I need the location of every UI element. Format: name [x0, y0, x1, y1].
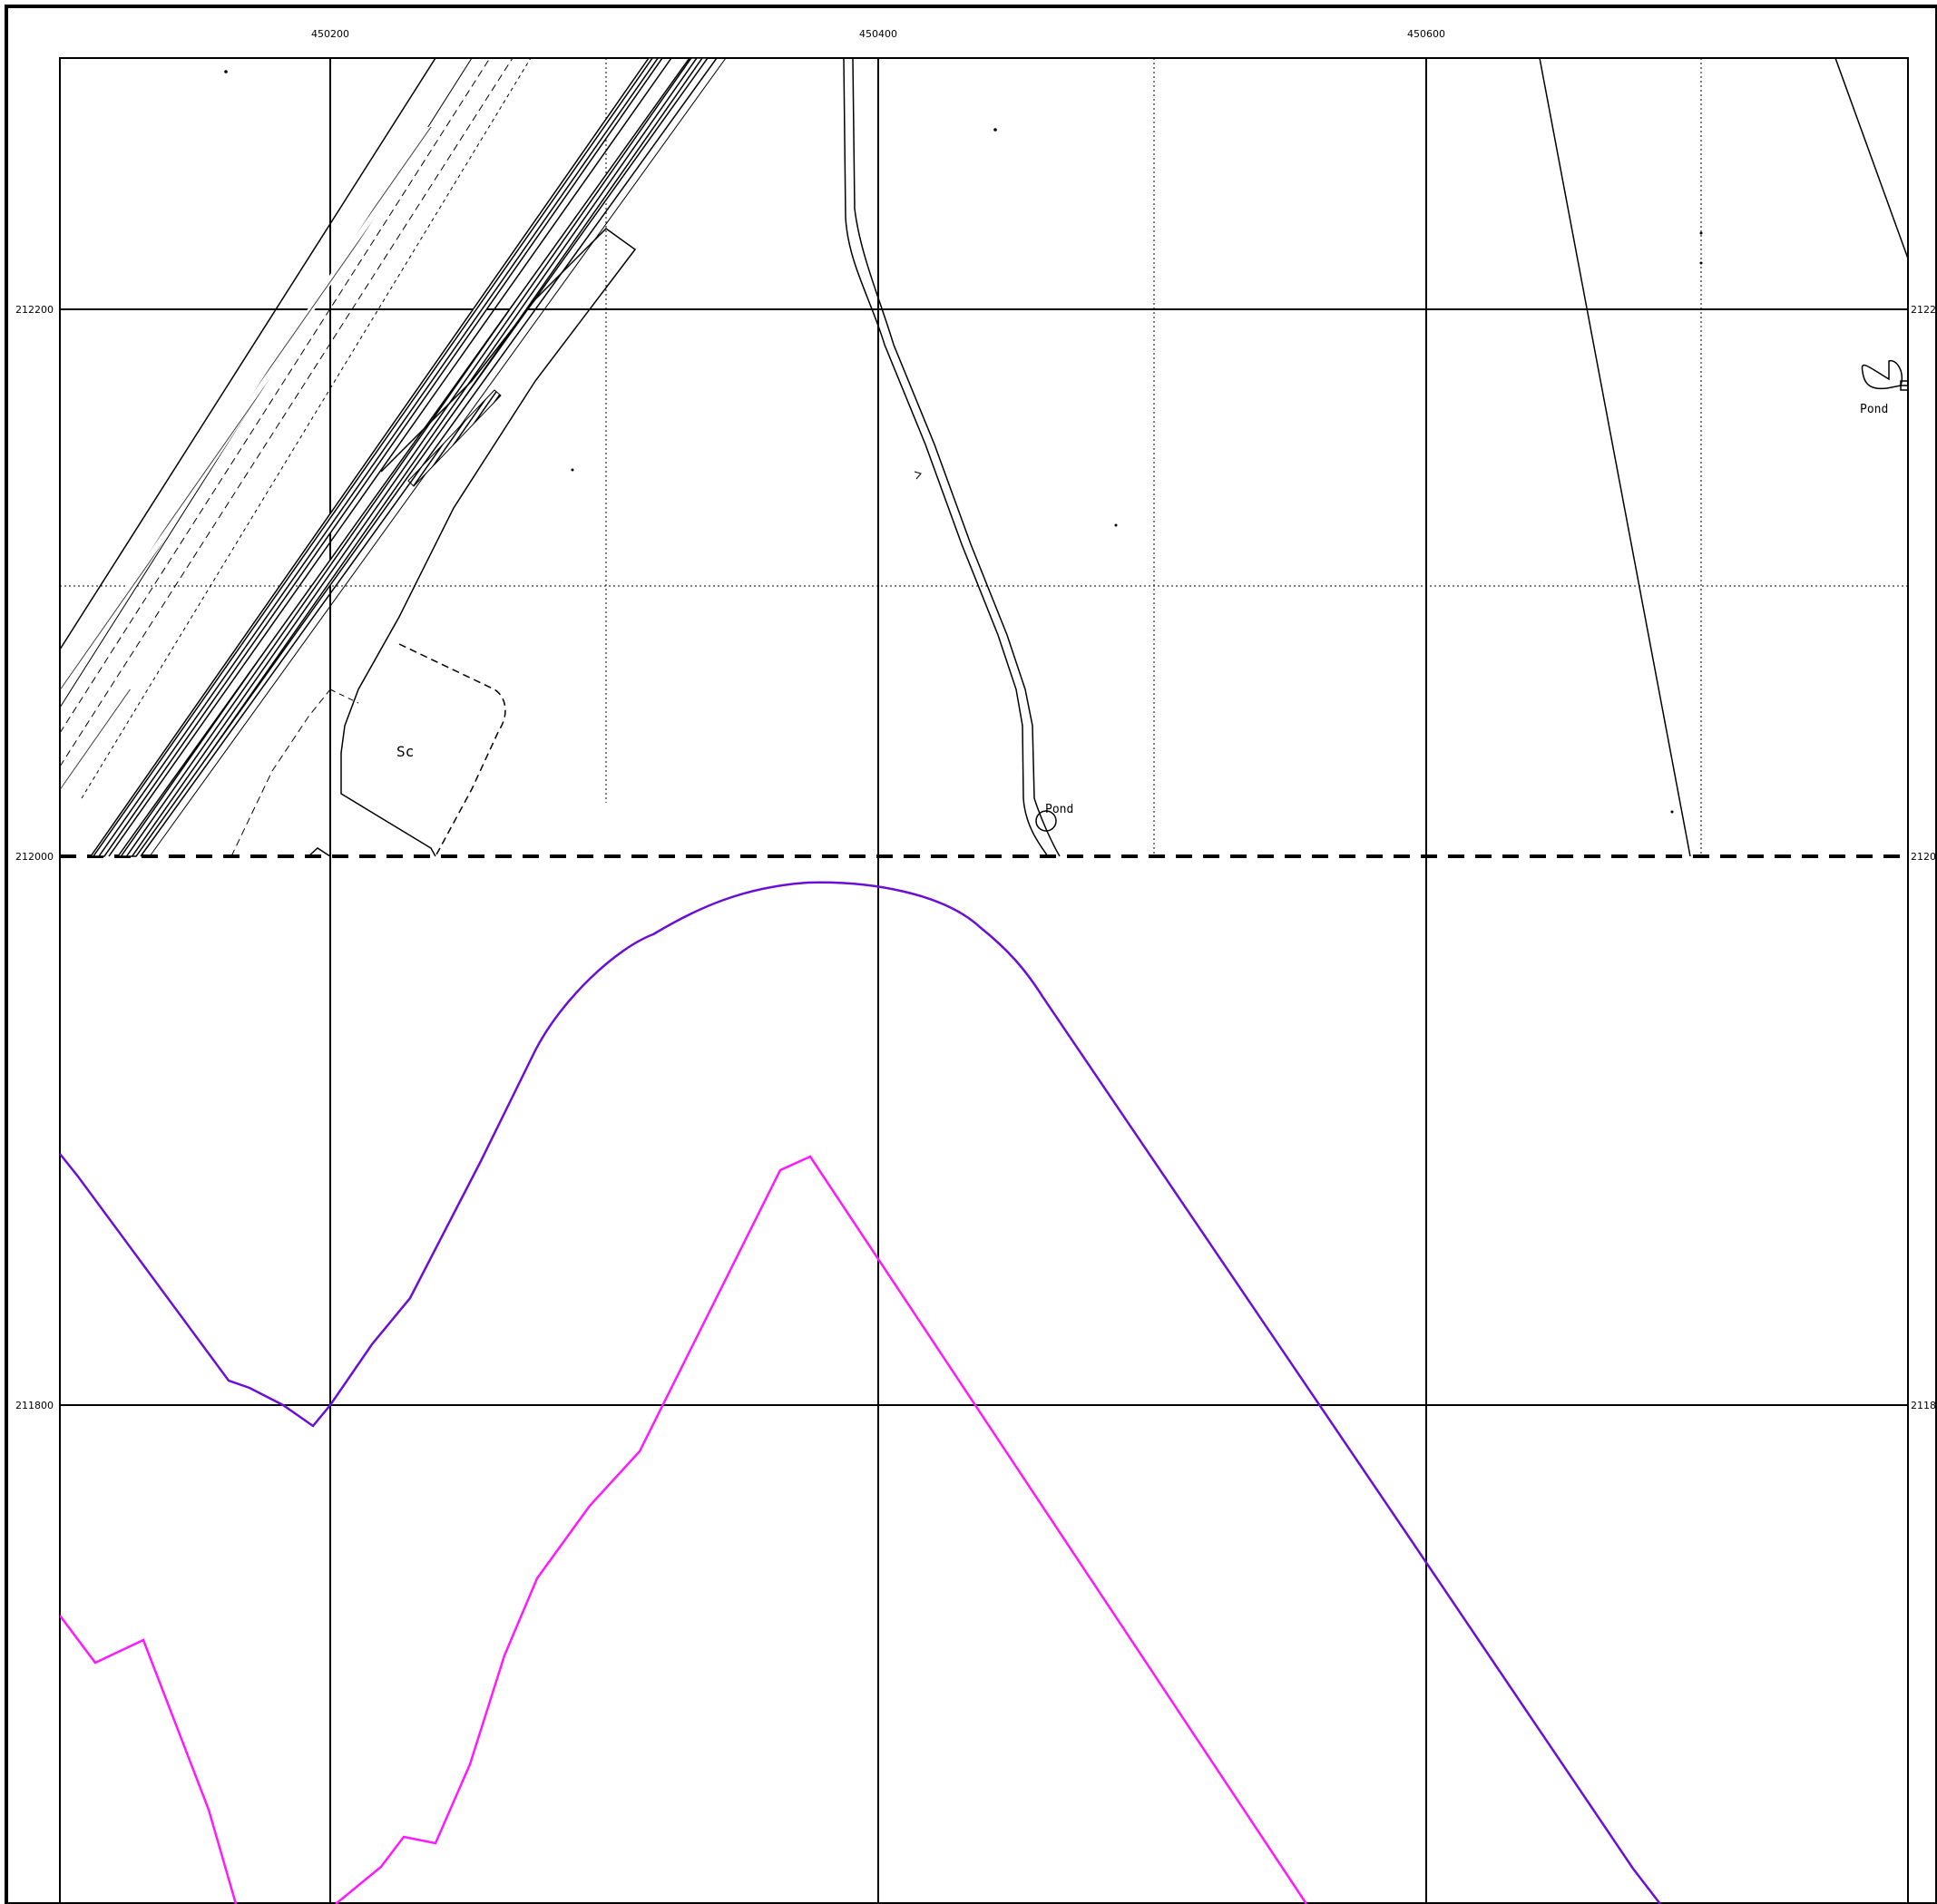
track-centre: [843, 58, 1061, 857]
easting-label-450400: 450400: [859, 28, 897, 40]
northing-label-211800: 211800: [15, 1400, 54, 1411]
magenta-contour-line: [60, 1155, 1308, 1904]
northing-label-212000: 212000: [15, 851, 54, 863]
outer-frame: [5, 5, 1937, 1904]
northing-label-212200: 212200: [15, 304, 54, 316]
map-canvas: 450200 450400 450600 212200 212000 21180…: [5, 5, 1937, 1904]
sc-label: Sc: [396, 743, 414, 760]
pond-label-right: Pond: [1860, 403, 1888, 416]
field-boundaries-right: [1539, 58, 1908, 857]
easting-label-450600: 450600: [1407, 28, 1445, 40]
grid-lines: [60, 58, 1908, 1904]
northing-label-right-2120: 2120: [1911, 851, 1936, 863]
easting-label-450200: 450200: [311, 28, 349, 40]
pond-label-centre: Pond: [1045, 803, 1073, 816]
map-border: [59, 57, 1909, 1904]
purple-contour-line: [60, 881, 1661, 1904]
railway-corridor: [60, 58, 727, 857]
northing-label-right-2122: 2122: [1911, 304, 1936, 316]
northing-label-right-2118: 2118: [1911, 1400, 1936, 1411]
sub-grid-lines: [60, 58, 1908, 857]
